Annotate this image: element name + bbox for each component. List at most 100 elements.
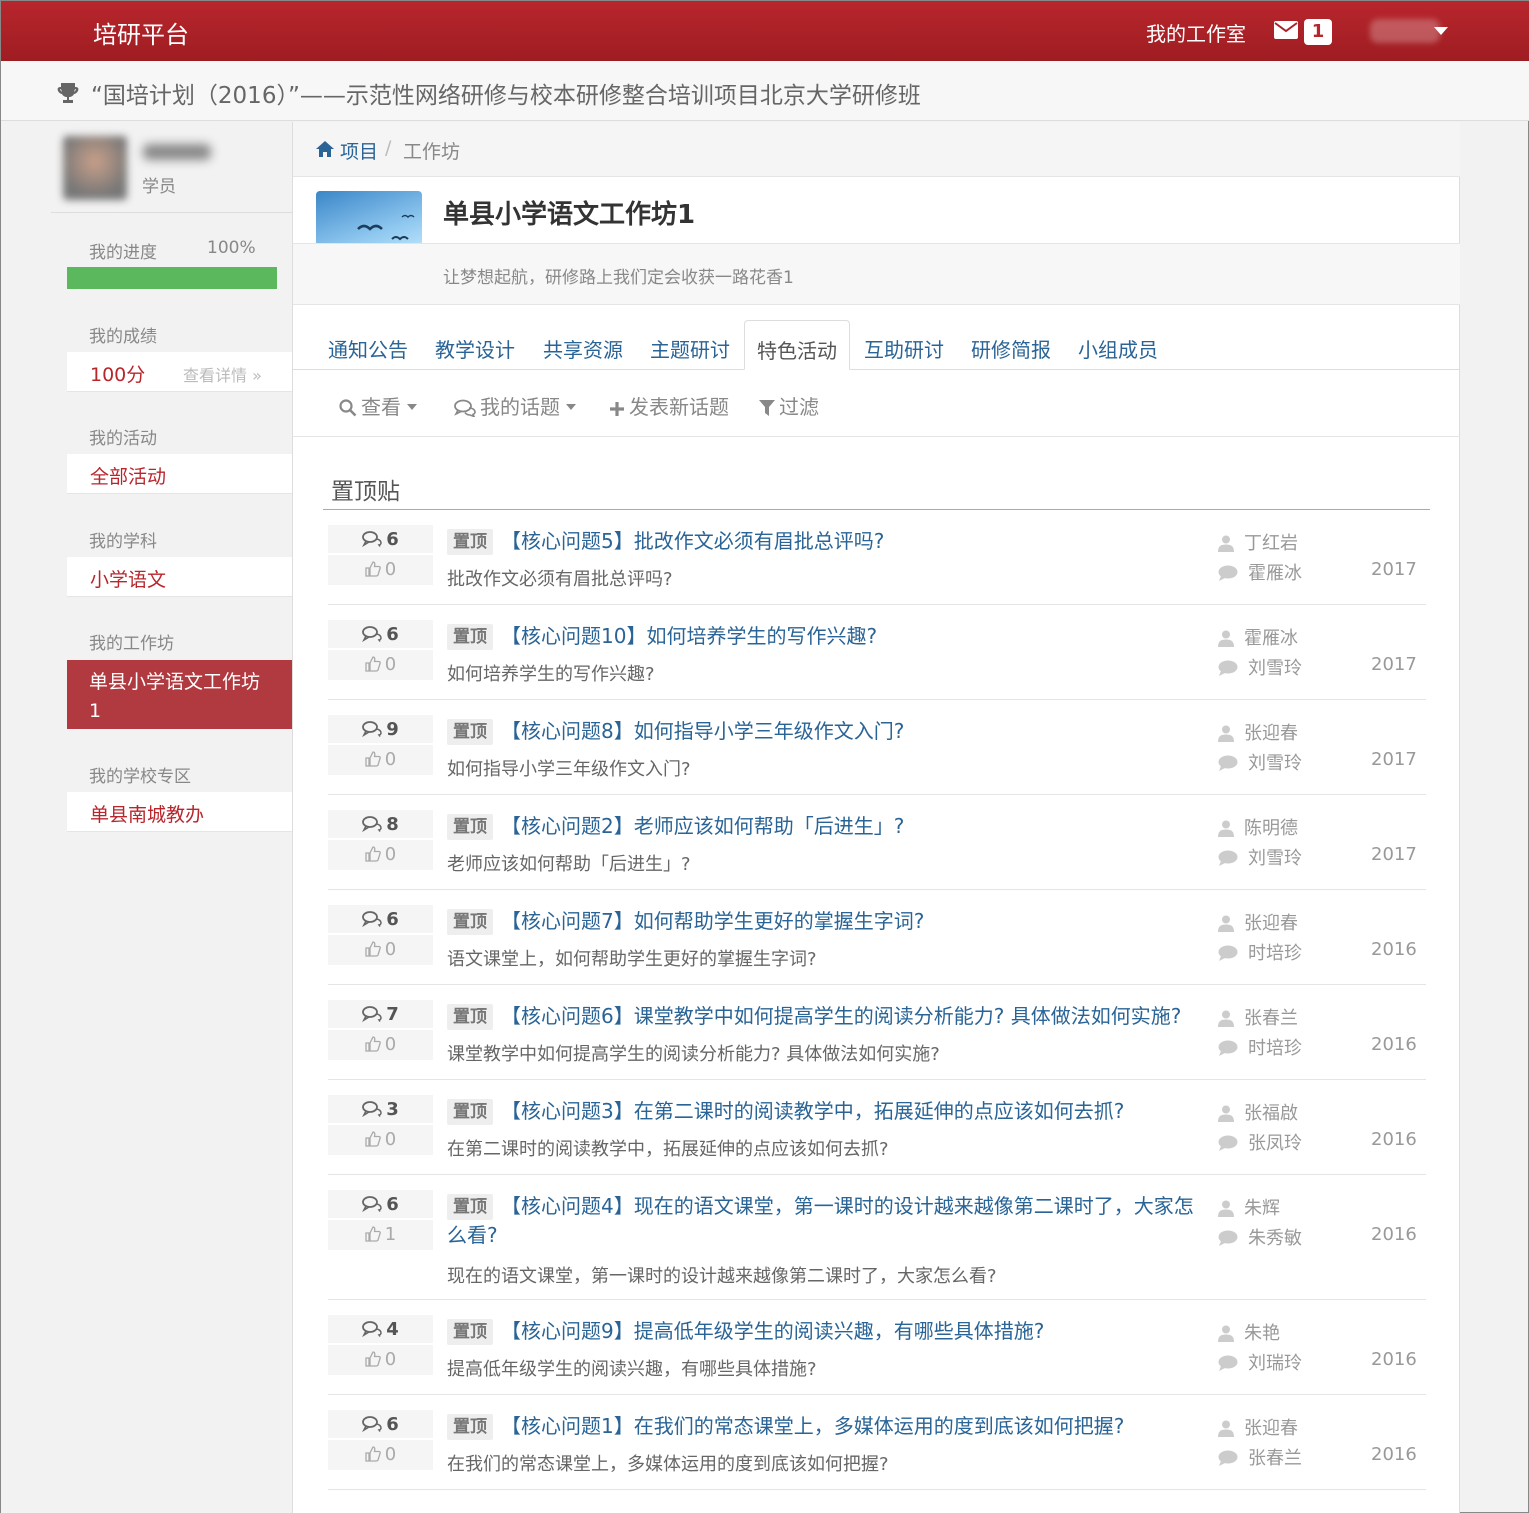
like-count[interactable]: 0 — [328, 745, 433, 775]
tab-briefings[interactable]: 研修简报 — [971, 334, 1051, 363]
topic-author[interactable]: 张迎春 — [1218, 909, 1298, 935]
topic-author[interactable]: 张迎春 — [1218, 1414, 1298, 1440]
topic-title-link[interactable]: 【核心问题6】课堂教学中如何提高学生的阅读分析能力? 具体做法如何实施? — [501, 1002, 1201, 1031]
topic-last-reply[interactable]: 刘瑞玲 — [1218, 1349, 1302, 1375]
envelope-icon[interactable] — [1274, 21, 1298, 39]
like-count[interactable]: 0 — [328, 935, 433, 965]
topic-last-reply[interactable]: 刘雪玲 — [1218, 749, 1302, 775]
topic-last-reply[interactable]: 时培珍 — [1218, 1034, 1302, 1060]
last-reply-name[interactable]: 刘雪玲 — [1248, 658, 1302, 679]
last-reply-name[interactable]: 时培珍 — [1248, 943, 1302, 964]
topic-row[interactable]: 3 0 置顶 【核心问题3】在第二课时的阅读教学中，拓展延伸的点应该如何去抓? 在第二课… — [328, 1080, 1426, 1175]
topic-last-reply[interactable]: 张凤玲 — [1218, 1129, 1302, 1155]
like-count[interactable]: 0 — [328, 1125, 433, 1155]
topic-last-reply[interactable]: 朱秀敏 — [1218, 1224, 1302, 1250]
last-reply-name[interactable]: 朱秀敏 — [1248, 1228, 1302, 1249]
topic-title-link[interactable]: 【核心问题5】批改作文必须有眉批总评吗? — [501, 527, 1201, 556]
topic-author[interactable]: 张福啟 — [1218, 1099, 1298, 1125]
topic-title-link[interactable]: 【核心问题1】在我们的常态课堂上，多媒体运用的度到底该如何把握? — [501, 1412, 1201, 1441]
topic-row[interactable]: 6 0 置顶 【核心问题1】在我们的常态课堂上，多媒体运用的度到底该如何把握? 在我们的… — [328, 1395, 1426, 1490]
topic-title-link[interactable]: 【核心问题7】如何帮助学生更好的掌握生字词? — [501, 907, 1201, 936]
author-name[interactable]: 陈明德 — [1244, 818, 1298, 839]
topic-author[interactable]: 丁红岩 — [1218, 529, 1298, 555]
topic-last-reply[interactable]: 时培珍 — [1218, 939, 1302, 965]
topic-row[interactable]: 6 0 置顶 【核心问题7】如何帮助学生更好的掌握生字词? 语文课堂上，如何帮助学生更好… — [328, 890, 1426, 985]
last-reply-name[interactable]: 刘雪玲 — [1248, 848, 1302, 869]
tab-group-members[interactable]: 小组成员 — [1078, 334, 1158, 363]
brand-logo[interactable]: 培研平台 — [93, 15, 189, 50]
last-reply-name[interactable]: 张凤玲 — [1248, 1133, 1302, 1154]
tab-featured-activities[interactable]: 特色活动 — [744, 320, 850, 370]
my-topics-dropdown[interactable]: 我的话题 — [454, 391, 576, 420]
like-count[interactable]: 0 — [328, 1345, 433, 1375]
topic-title-link[interactable]: 【核心问题9】提高低年级学生的阅读兴趣，有哪些具体措施? — [501, 1317, 1201, 1346]
topic-last-reply[interactable]: 刘雪玲 — [1218, 844, 1302, 870]
author-name[interactable]: 丁红岩 — [1244, 533, 1298, 554]
topic-author[interactable]: 张春兰 — [1218, 1004, 1298, 1030]
last-reply-name[interactable]: 刘瑞玲 — [1248, 1353, 1302, 1374]
mail-count-badge[interactable]: 1 — [1304, 19, 1332, 45]
filter-button[interactable]: 过滤 — [759, 391, 819, 420]
like-count[interactable]: 0 — [328, 650, 433, 680]
last-reply-name[interactable]: 张春兰 — [1248, 1448, 1302, 1469]
tab-theme-discussion[interactable]: 主题研讨 — [650, 334, 730, 363]
author-name[interactable]: 张迎春 — [1244, 1418, 1298, 1439]
sidebar-item-activities[interactable]: 全部活动 — [67, 454, 292, 494]
topic-author[interactable]: 陈明德 — [1218, 814, 1298, 840]
tab-notices[interactable]: 通知公告 — [328, 334, 408, 363]
topic-last-reply[interactable]: 刘雪玲 — [1218, 654, 1302, 680]
topic-title-link[interactable]: 【核心问题4】现在的语文课堂，第一课时的设计越来越像第二课时了，大家怎么看? — [447, 1192, 1207, 1250]
topic-last-reply[interactable]: 霍雁冰 — [1218, 559, 1302, 585]
sidebar-item-workshop[interactable]: 单县小学语文工作坊1 — [67, 660, 292, 729]
last-reply-name[interactable]: 刘雪玲 — [1248, 753, 1302, 774]
author-name[interactable]: 张福啟 — [1244, 1103, 1298, 1124]
activity-value[interactable]: 全部活动 — [90, 462, 166, 489]
caret-down-icon[interactable] — [1434, 27, 1448, 35]
topic-author[interactable]: 张迎春 — [1218, 719, 1298, 745]
subject-value[interactable]: 小学语文 — [90, 565, 166, 592]
like-count[interactable]: 0 — [328, 555, 433, 585]
topic-title-link[interactable]: 【核心问题3】在第二课时的阅读教学中，拓展延伸的点应该如何去抓? — [501, 1097, 1201, 1126]
tab-teaching-design[interactable]: 教学设计 — [435, 334, 515, 363]
topic-last-reply[interactable]: 张春兰 — [1218, 1444, 1302, 1470]
author-name[interactable]: 霍雁冰 — [1244, 628, 1298, 649]
breadcrumb-home[interactable]: 项目 — [340, 137, 378, 164]
author-name[interactable]: 朱艳 — [1244, 1323, 1280, 1344]
topic-title-link[interactable]: 【核心问题8】如何指导小学三年级作文入门? — [501, 717, 1201, 746]
author-name[interactable]: 张迎春 — [1244, 723, 1298, 744]
author-name[interactable]: 张迎春 — [1244, 913, 1298, 934]
avatar[interactable] — [63, 136, 127, 200]
topic-title-link[interactable]: 【核心问题2】老师应该如何帮助「后进生」? — [501, 812, 1201, 841]
like-count[interactable]: 0 — [328, 1440, 433, 1470]
score-detail-link[interactable]: 查看详情 » — [183, 362, 262, 386]
like-count[interactable]: 1 — [328, 1220, 433, 1250]
topic-row[interactable]: 6 0 置顶 【核心问题10】如何培养学生的写作兴趣? 如何培养学生的写作兴趣? 霍雁冰刘… — [328, 605, 1426, 700]
my-studio-link[interactable]: 我的工作室 — [1146, 18, 1246, 47]
topic-author[interactable]: 朱艳 — [1218, 1319, 1280, 1345]
home-icon[interactable] — [316, 141, 334, 157]
topic-year: 2016 — [1371, 1444, 1417, 1465]
topic-row[interactable]: 9 0 置顶 【核心问题8】如何指导小学三年级作文入门? 如何指导小学三年级作文入门? 张… — [328, 700, 1426, 795]
like-count[interactable]: 0 — [328, 840, 433, 870]
sidebar-item-school[interactable]: 单县南城教办 — [67, 792, 292, 832]
topic-author[interactable]: 霍雁冰 — [1218, 624, 1298, 650]
topic-author[interactable]: 朱辉 — [1218, 1194, 1280, 1220]
school-value[interactable]: 单县南城教办 — [90, 800, 204, 827]
topic-row[interactable]: 6 1 置顶 【核心问题4】现在的语文课堂，第一课时的设计越来越像第二课时了，大家怎么… — [328, 1175, 1426, 1300]
last-reply-name[interactable]: 时培珍 — [1248, 1038, 1302, 1059]
author-name[interactable]: 张春兰 — [1244, 1008, 1298, 1029]
tab-shared-resources[interactable]: 共享资源 — [543, 334, 623, 363]
author-name[interactable]: 朱辉 — [1244, 1198, 1280, 1219]
topic-row[interactable]: 8 0 置顶 【核心问题2】老师应该如何帮助「后进生」? 老师应该如何帮助「后进生」? 陈… — [328, 795, 1426, 890]
view-dropdown[interactable]: 查看 — [339, 391, 417, 420]
new-topic-button[interactable]: 发表新话题 — [609, 391, 729, 420]
tab-mutual-discussion[interactable]: 互助研讨 — [864, 334, 944, 363]
like-count[interactable]: 0 — [328, 1030, 433, 1060]
topic-title-link[interactable]: 【核心问题10】如何培养学生的写作兴趣? — [501, 622, 1201, 651]
last-reply-name[interactable]: 霍雁冰 — [1248, 563, 1302, 584]
topic-row[interactable]: 7 0 置顶 【核心问题6】课堂教学中如何提高学生的阅读分析能力? 具体做法如何实施?… — [328, 985, 1426, 1080]
user-menu-name[interactable] — [1370, 19, 1440, 43]
sidebar-item-subject[interactable]: 小学语文 — [67, 557, 292, 597]
topic-row[interactable]: 6 0 置顶 【核心问题5】批改作文必须有眉批总评吗? 批改作文必须有眉批总评吗? 丁红岩… — [328, 510, 1426, 605]
topic-row[interactable]: 4 0 置顶 【核心问题9】提高低年级学生的阅读兴趣，有哪些具体措施? 提高低年级学生的… — [328, 1300, 1426, 1395]
